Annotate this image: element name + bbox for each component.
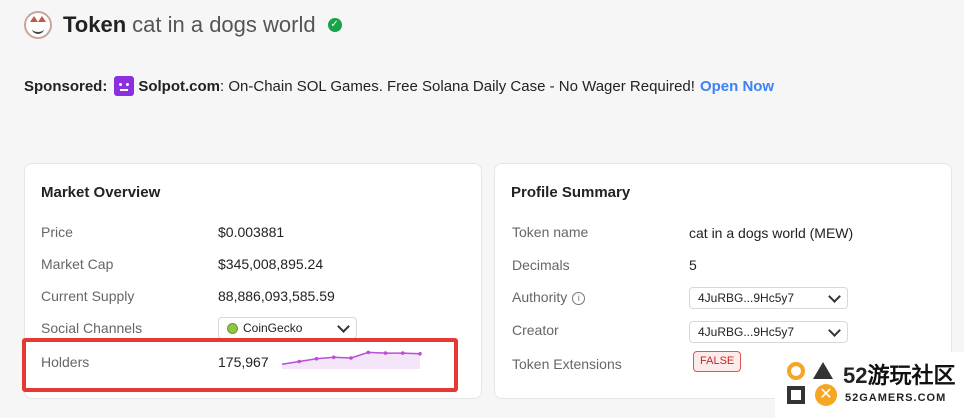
authority-label: Authority bbox=[512, 289, 568, 305]
solpot-logo-icon bbox=[114, 76, 135, 96]
token-logo-icon bbox=[24, 11, 52, 39]
token-name-value: cat in a dogs world (MEW) bbox=[689, 225, 854, 241]
creator-label: Creator bbox=[512, 322, 559, 338]
token-extensions-label: Token Extensions bbox=[512, 356, 622, 372]
coingecko-icon bbox=[227, 322, 238, 334]
sponsored-label: Sponsored: bbox=[24, 77, 108, 95]
authority-label-row: Authority i bbox=[512, 289, 586, 305]
watermark-number: 52 bbox=[843, 363, 868, 388]
verified-check-icon: ✓ bbox=[327, 18, 342, 32]
price-label: Price bbox=[41, 224, 73, 240]
title-prefix: Token bbox=[63, 12, 127, 37]
sponsor-name: Solpot.com bbox=[138, 77, 221, 95]
authority-value: 4JuRBG...9Hc5y7 bbox=[698, 291, 795, 305]
watermark-title: 52游玩社区 bbox=[843, 358, 956, 390]
current-supply-value: 88,886,093,585.59 bbox=[218, 288, 335, 304]
market-cap-value: $345,008,895.24 bbox=[218, 256, 324, 272]
sponsored-banner: Sponsored: Solpot.com : On-Chain SOL Gam… bbox=[24, 76, 774, 96]
decimals-value: 5 bbox=[689, 257, 697, 273]
authority-select[interactable]: 4JuRBG...9Hc5y7 bbox=[689, 287, 848, 309]
social-channels-label: Social Channels bbox=[41, 320, 143, 336]
price-value: $0.003881 bbox=[218, 224, 285, 240]
watermark-url: 52GAMERS.COM bbox=[845, 392, 947, 404]
token-title: cat in a dogs world bbox=[132, 12, 316, 37]
holders-highlight-box bbox=[22, 338, 458, 392]
watermark-cn: 游玩社区 bbox=[867, 363, 956, 388]
info-icon[interactable]: i bbox=[572, 292, 586, 305]
chevron-down-icon bbox=[828, 289, 841, 303]
current-supply-label: Current Supply bbox=[41, 288, 135, 304]
chevron-down-icon bbox=[828, 323, 841, 337]
market-cap-label: Market Cap bbox=[41, 256, 114, 272]
open-now-link[interactable]: Open Now bbox=[700, 78, 774, 95]
creator-select[interactable]: 4JuRBG...9Hc5y7 bbox=[689, 321, 848, 343]
token-extensions-badge: FALSE bbox=[693, 351, 742, 372]
sponsor-text: : On-Chain SOL Games. Free Solana Daily … bbox=[220, 77, 695, 95]
token-name-label: Token name bbox=[512, 224, 589, 240]
social-channels-selected: CoinGecko bbox=[243, 321, 303, 335]
market-overview-title: Market Overview bbox=[41, 184, 161, 201]
watermark-logo-icon: ✕ bbox=[787, 362, 837, 412]
page-header: Token cat in a dogs world ✓ bbox=[24, 10, 342, 40]
decimals-label: Decimals bbox=[512, 257, 570, 273]
profile-summary-title: Profile Summary bbox=[511, 184, 631, 201]
social-channels-select[interactable]: CoinGecko bbox=[218, 317, 357, 339]
creator-value: 4JuRBG...9Hc5y7 bbox=[698, 325, 795, 339]
watermark: ✕ 52游玩社区 52GAMERS.COM bbox=[775, 352, 964, 418]
chevron-down-icon bbox=[337, 319, 350, 333]
